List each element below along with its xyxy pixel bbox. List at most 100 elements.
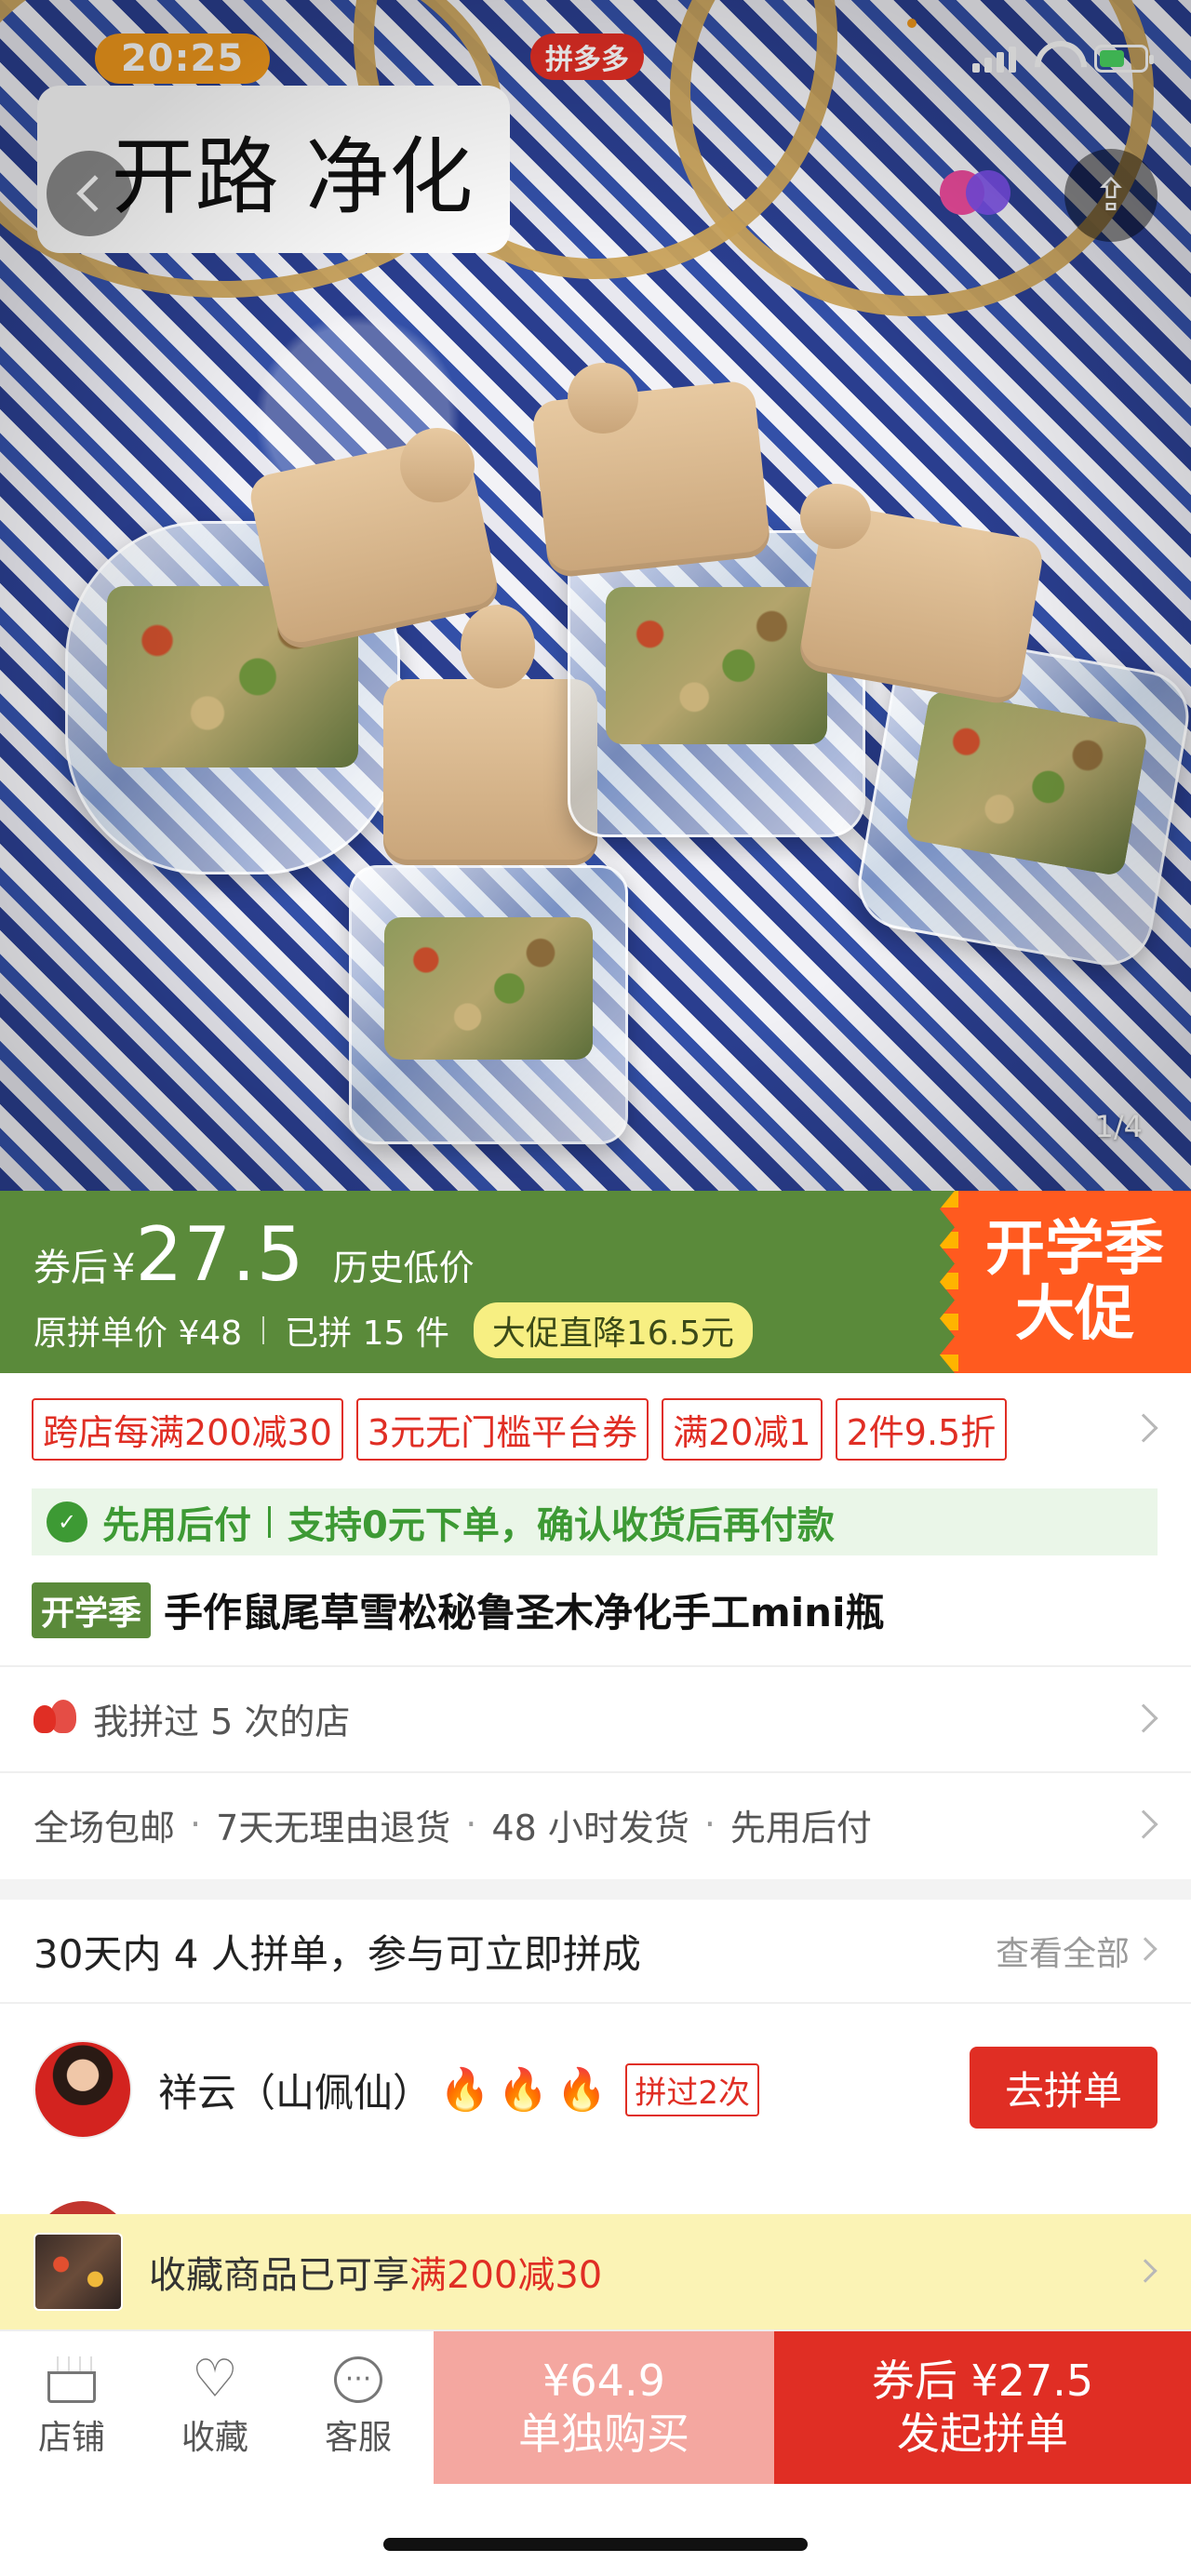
divider bbox=[268, 1506, 271, 1538]
join-group-button[interactable]: 去拼单 bbox=[970, 2047, 1158, 2129]
pay-later-banner[interactable]: ✓ 先用后付 支持0元下单，确认收货后再付款 bbox=[32, 1488, 1158, 1555]
chevron-right-icon bbox=[1133, 1937, 1158, 1961]
product-page: 20:25 拼多多 开路 净化 ⇪ 1/4 券后 ¥ 27.5 历史低价 原拼单… bbox=[0, 0, 1191, 2576]
pay-later-desc: 支持0元下单，确认收货后再付款 bbox=[288, 1504, 835, 1547]
group-buy-summary: 30天内 4 人拼单，参与可立即拼成 bbox=[33, 1930, 641, 1977]
chevron-right-icon bbox=[1129, 1413, 1158, 1443]
service-item: 7天无理由退货 bbox=[216, 1807, 451, 1849]
wifi-icon bbox=[1035, 41, 1076, 73]
promo-tag-line1: 开学季 bbox=[985, 1214, 1164, 1284]
group-label: 发起拼单 bbox=[897, 2409, 1068, 2459]
coupon-tag[interactable]: 2件9.5折 bbox=[835, 1397, 1008, 1461]
solo-price: ¥64.9 bbox=[542, 2355, 665, 2406]
signal-icon bbox=[972, 47, 1016, 73]
tab-customer-service[interactable]: 客服 bbox=[287, 2331, 430, 2484]
rope-decoration bbox=[670, 0, 1154, 316]
currency-symbol: ¥ bbox=[112, 1247, 136, 1289]
store-icon bbox=[47, 2356, 96, 2403]
service-item: 48 小时发货 bbox=[491, 1807, 689, 1849]
start-group-buy-button[interactable]: 券后 ¥27.5 发起拼单 bbox=[774, 2331, 1191, 2484]
favorite-promo-text: 收藏商品已可享 bbox=[149, 2254, 409, 2297]
bottom-action-bar: 店铺 ♡ 收藏 客服 ¥64.9 单独购买 券后 ¥27.5 发起拼单 bbox=[0, 2329, 1191, 2484]
service-item: 先用后付 bbox=[729, 1807, 872, 1849]
original-price: 原拼单价 ¥48 bbox=[33, 1315, 243, 1353]
product-title-row: 开学季 手作鼠尾草雪松秘鲁圣木净化手工mini瓶 bbox=[32, 1582, 1158, 1638]
chevron-left-icon bbox=[76, 175, 114, 212]
fire-icon: 🔥 bbox=[497, 2066, 549, 2114]
history-low-label: 历史低价 bbox=[332, 1248, 475, 1288]
group-buy-header: 30天内 4 人拼单，参与可立即拼成 查看全部 bbox=[0, 1900, 1191, 2004]
buy-alone-button[interactable]: ¥64.9 单独购买 bbox=[434, 2331, 774, 2484]
tab-label: 收藏 bbox=[181, 2419, 248, 2457]
bottle-knob bbox=[800, 484, 871, 549]
rope-decoration bbox=[0, 0, 502, 298]
back-button[interactable] bbox=[47, 151, 132, 236]
group-member-name: 祥云（山佩仙） bbox=[158, 2069, 433, 2116]
product-title: 手作鼠尾草雪松秘鲁圣木净化手工mini瓶 bbox=[164, 1590, 885, 1635]
tab-label: 店铺 bbox=[37, 2419, 105, 2457]
coupon-tag[interactable]: 3元无门槛平台券 bbox=[355, 1397, 649, 1461]
share-button[interactable]: ⇪ bbox=[1064, 149, 1158, 242]
bottle-cap bbox=[383, 679, 597, 865]
tab-store[interactable]: 店铺 bbox=[0, 2331, 143, 2484]
bottle-image bbox=[850, 627, 1191, 973]
people-icon bbox=[33, 1700, 76, 1737]
service-item: 全场包邮 bbox=[33, 1807, 176, 1849]
divider bbox=[262, 1316, 265, 1344]
season-tag: 开学季 bbox=[32, 1582, 152, 1638]
heart-icon: ♡ bbox=[191, 2349, 239, 2409]
separator-dot: · bbox=[465, 1804, 477, 1845]
bottle-knob bbox=[568, 363, 638, 434]
see-all-link[interactable]: 查看全部 bbox=[996, 1927, 1130, 1975]
product-image-carousel[interactable]: 20:25 拼多多 开路 净化 ⇪ 1/4 bbox=[0, 0, 1191, 1191]
chevron-right-icon bbox=[1133, 2259, 1158, 2283]
coupon-price-label: 券后 bbox=[33, 1247, 108, 1289]
after-coupon-price: 27.5 bbox=[135, 1211, 305, 1298]
bottle-cap bbox=[796, 502, 1046, 707]
image-overlay-title: 开路 净化 bbox=[37, 86, 510, 253]
promo-tag-line2: 大促 bbox=[1015, 1280, 1134, 1349]
tab-label: 客服 bbox=[324, 2419, 392, 2457]
coupon-tag[interactable]: 跨店每满200减30 bbox=[32, 1397, 343, 1461]
bottle-image bbox=[349, 865, 628, 1144]
bottle-knob bbox=[400, 428, 475, 502]
coupon-list[interactable]: 跨店每满200减30 3元无门槛平台券 满20减1 2件9.5折 bbox=[0, 1373, 1191, 1485]
promo-discount-pill: 大促直降16.5元 bbox=[473, 1302, 754, 1358]
share-icon: ⇪ bbox=[1091, 169, 1131, 221]
section-divider bbox=[0, 1879, 1191, 1900]
coupon-tag[interactable]: 满20减1 bbox=[662, 1397, 823, 1461]
service-guarantees-row[interactable]: 全场包邮 · 7天无理由退货 · 48 小时发货 · 先用后付 bbox=[0, 1771, 1191, 1875]
image-page-counter: 1/4 bbox=[1094, 1109, 1144, 1144]
favorite-promo-highlight: 满200减30 bbox=[409, 2254, 603, 2297]
sold-count: 已拼 15 件 bbox=[285, 1315, 449, 1353]
pay-later-title: 先用后付 bbox=[102, 1504, 251, 1547]
shop-history-row[interactable]: 我拼过 5 次的店 bbox=[0, 1665, 1191, 1769]
status-icons bbox=[972, 41, 1154, 73]
chat-icon bbox=[334, 2356, 382, 2403]
tab-favorite[interactable]: ♡ 收藏 bbox=[143, 2331, 287, 2484]
promo-event-tag: 开学季 大促 bbox=[940, 1191, 1191, 1373]
separator-dot: · bbox=[703, 1804, 716, 1845]
chevron-right-icon bbox=[1129, 1809, 1158, 1839]
privacy-dot bbox=[907, 19, 917, 28]
solo-label: 单独购买 bbox=[518, 2409, 689, 2459]
bottle-knob bbox=[461, 605, 535, 688]
app-badge: 拼多多 bbox=[530, 33, 644, 80]
rope-decoration bbox=[354, 0, 837, 279]
group-price: 券后 ¥27.5 bbox=[871, 2355, 1094, 2406]
fire-icon: 🔥 bbox=[555, 2066, 608, 2114]
pinduoduo-circles-icon[interactable] bbox=[940, 163, 1014, 222]
group-buy-item: 祥云（山佩仙） 🔥 🔥 🔥 拼过2次 去拼单 bbox=[0, 2006, 1191, 2173]
separator-dot: · bbox=[190, 1804, 202, 1845]
status-time: 20:25 bbox=[95, 33, 270, 84]
favorite-promo-banner[interactable]: 收藏商品已可享 满200减30 bbox=[0, 2214, 1191, 2329]
avatar bbox=[33, 2040, 132, 2139]
joined-count-badge: 拼过2次 bbox=[625, 2062, 760, 2116]
bottle-cap bbox=[530, 379, 772, 580]
product-thumbnail bbox=[33, 2233, 123, 2311]
price-banner: 券后 ¥ 27.5 历史低价 原拼单价 ¥48 已拼 15 件 大促直降16.5… bbox=[0, 1191, 1191, 1373]
fire-icon: 🔥 bbox=[439, 2066, 490, 2114]
chevron-right-icon bbox=[1129, 1703, 1158, 1733]
shield-check-icon: ✓ bbox=[47, 1502, 87, 1542]
home-indicator[interactable] bbox=[383, 2538, 808, 2551]
